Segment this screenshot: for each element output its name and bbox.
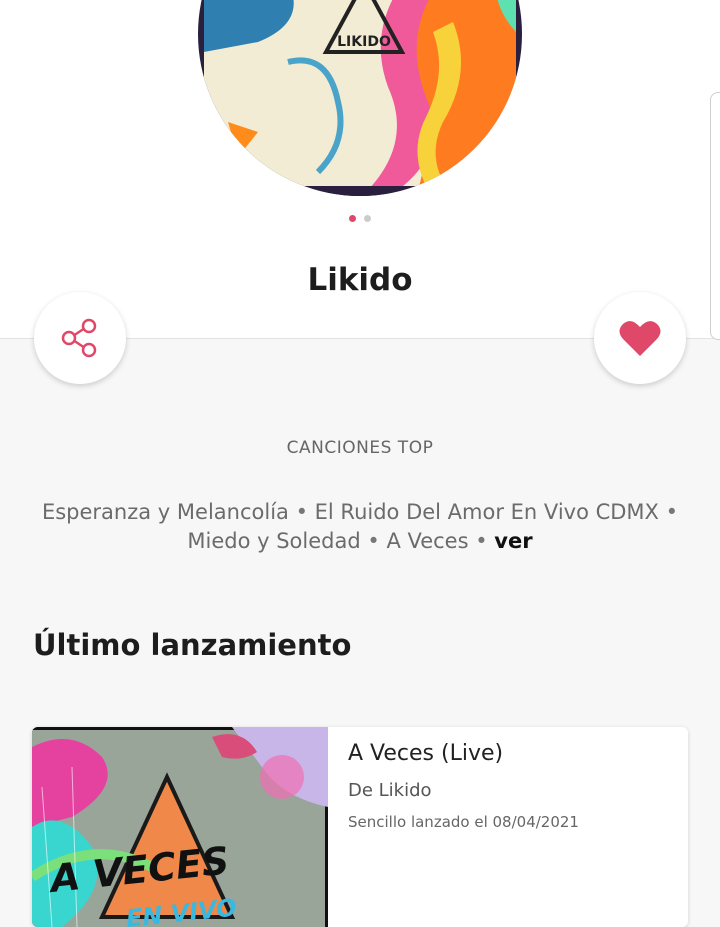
favorite-button[interactable]: [594, 292, 686, 384]
song-separator: •: [288, 500, 315, 524]
artist-header-panel: LIKIDO Likido: [0, 0, 720, 340]
carousel-pager: [0, 215, 720, 227]
release-info: A Veces (Live) De Likido Sencillo lanzad…: [348, 741, 678, 831]
top-song-link[interactable]: A Veces: [386, 529, 468, 553]
cover-logo-text: LIKIDO: [337, 34, 391, 50]
share-button[interactable]: [34, 292, 126, 384]
top-songs-list: Esperanza y Melancolía • El Ruido Del Am…: [30, 498, 690, 556]
top-song-link[interactable]: El Ruido Del Amor En Vivo CDMX: [315, 500, 659, 524]
latest-release-card[interactable]: A VECES EN VIVO A Veces (Live) De Likido…: [32, 727, 688, 927]
latest-release-heading: Último lanzamiento: [33, 628, 352, 662]
song-separator: •: [468, 529, 495, 553]
release-title[interactable]: A Veces (Live): [348, 741, 678, 766]
pager-dot[interactable]: [364, 215, 371, 222]
song-separator: •: [658, 500, 679, 524]
cover-art-graphic: LIKIDO: [198, 0, 522, 196]
release-cover-art[interactable]: A VECES EN VIVO: [32, 727, 328, 927]
top-song-link[interactable]: Miedo y Soledad: [187, 529, 360, 553]
see-more-link[interactable]: ver: [494, 529, 532, 553]
release-date: Sencillo lanzado el 08/04/2021: [348, 813, 579, 831]
artist-cover-art[interactable]: LIKIDO: [198, 0, 522, 196]
release-art-graphic: A VECES EN VIVO: [32, 727, 328, 927]
release-artist[interactable]: De Likido: [348, 780, 678, 801]
share-icon: [61, 318, 97, 358]
artist-name: Likido: [307, 262, 413, 298]
heart-icon: [619, 321, 661, 356]
top-song-link[interactable]: Esperanza y Melancolía: [42, 500, 289, 524]
pager-dot-active[interactable]: [349, 215, 356, 222]
song-separator: •: [360, 529, 387, 553]
top-songs-heading: CANCIONES TOP: [286, 438, 434, 458]
next-card-edge[interactable]: [710, 92, 720, 340]
